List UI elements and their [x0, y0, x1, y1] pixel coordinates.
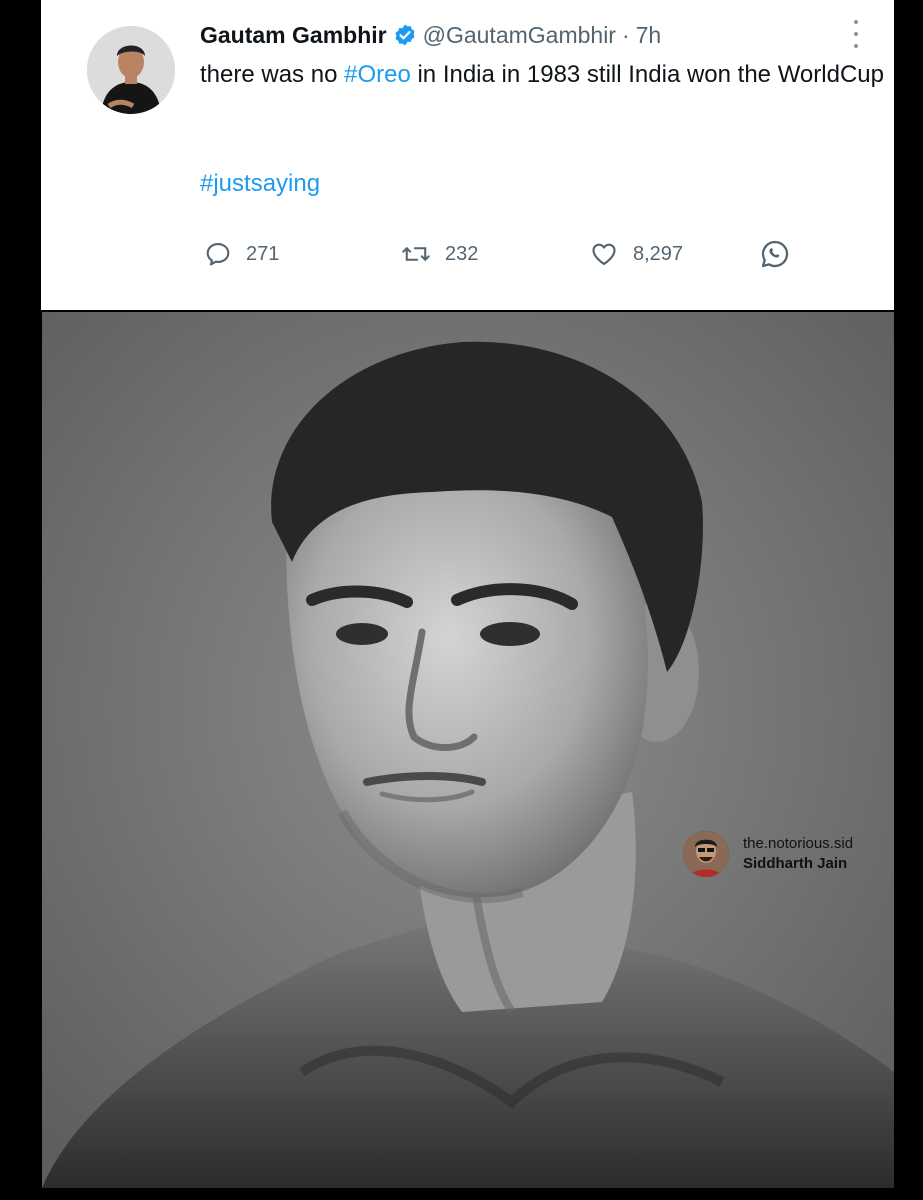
reply-button[interactable]: 271: [204, 236, 279, 272]
retweet-count: 232: [445, 242, 479, 265]
portrait-photo: [42, 312, 894, 1188]
more-dot: [854, 44, 858, 48]
tweet-text-after: in India in 1983 still India won the Wor…: [410, 61, 884, 88]
tweet-header: Gautam Gambhir @GautamGambhir · 7h: [200, 18, 661, 52]
hashtag-link-oreo[interactable]: #Oreo: [344, 61, 411, 88]
author-avatar-image: [87, 26, 175, 114]
tweet-text-before: there was no: [200, 61, 345, 88]
tweet-timestamp[interactable]: 7h: [636, 22, 662, 49]
hashtag-link-justsaying[interactable]: #justsaying: [200, 170, 320, 198]
tweet-actions-bar: 271 232 8,297: [204, 236, 804, 272]
retweet-icon: [402, 247, 430, 261]
more-dot: [854, 32, 858, 36]
creator-handle: the.notorious.sid: [743, 835, 854, 852]
creator-avatar-image: [683, 831, 729, 877]
creator-avatar: [683, 831, 729, 877]
like-icon: [592, 243, 616, 265]
tweet-media-photo[interactable]: [42, 312, 894, 1188]
like-button[interactable]: 8,297: [589, 236, 683, 272]
reply-count: 271: [246, 242, 280, 265]
author-display-name[interactable]: Gautam Gambhir: [200, 22, 387, 49]
more-dot: [854, 20, 858, 24]
like-count: 8,297: [633, 242, 684, 265]
reply-icon: [206, 243, 230, 266]
creator-watermark: the.notorious.sid Siddharth Jain: [683, 824, 853, 884]
tweet-card[interactable]: Gautam Gambhir @GautamGambhir · 7h there…: [41, 0, 894, 310]
author-handle[interactable]: @GautamGambhir: [423, 22, 616, 49]
whatsapp-share-icon: [761, 240, 789, 268]
tweet-body: there was no #Oreo in India in 1983 stil…: [200, 58, 890, 92]
author-avatar[interactable]: [87, 26, 175, 114]
verified-badge-icon: [393, 23, 417, 47]
more-options-icon[interactable]: [848, 20, 864, 48]
creator-name: Siddharth Jain: [743, 855, 848, 872]
whatsapp-share-button[interactable]: [759, 236, 805, 272]
retweet-button[interactable]: 232: [401, 236, 478, 272]
header-separator: ·: [621, 21, 630, 48]
